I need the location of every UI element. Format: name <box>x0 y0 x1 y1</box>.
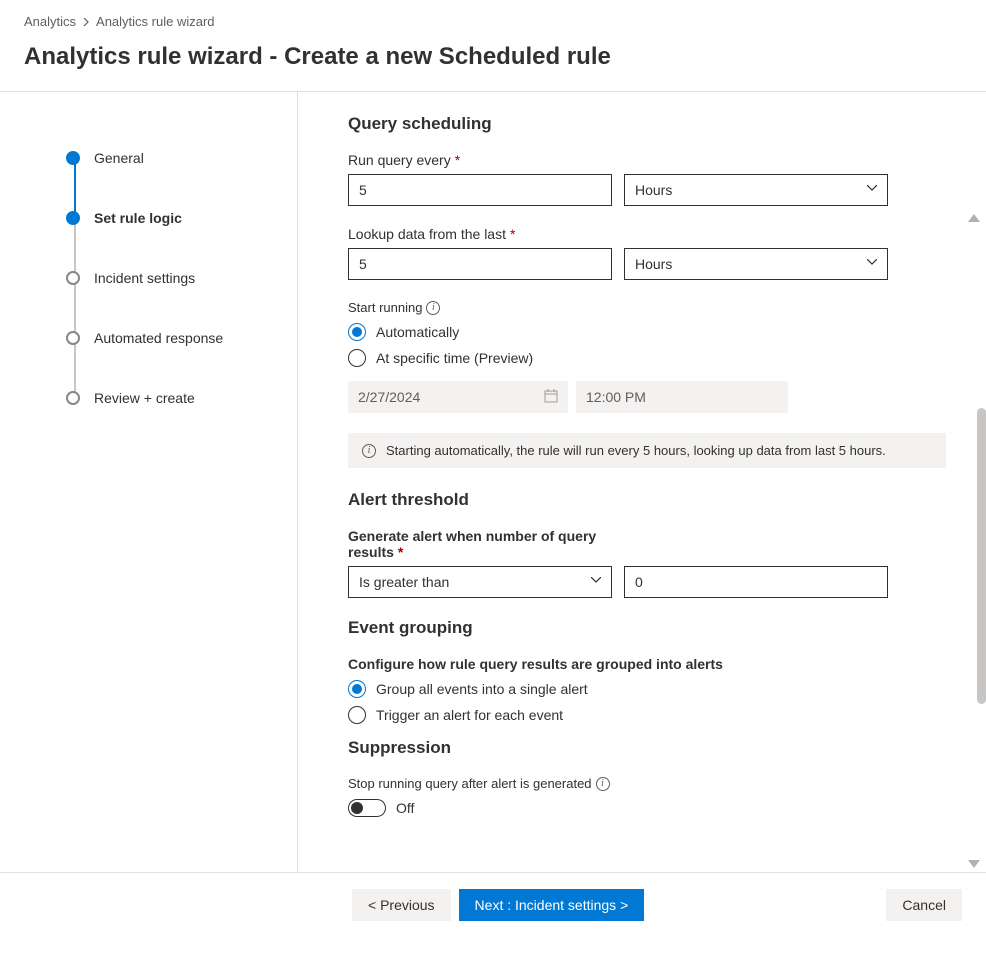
chevron-right-icon <box>82 15 90 29</box>
schedule-info-banner: i Starting automatically, the rule will … <box>348 433 946 468</box>
start-time-input: 12:00 PM <box>576 381 788 413</box>
next-button[interactable]: Next : Incident settings > <box>459 889 645 921</box>
grouping-desc: Configure how rule query results are gro… <box>348 656 946 672</box>
cancel-button[interactable]: Cancel <box>886 889 962 921</box>
step-automated-response[interactable]: Automated response <box>66 308 281 368</box>
info-icon: i <box>362 444 376 458</box>
start-running-options: Automatically At specific time (Preview) <box>348 323 946 367</box>
lookup-unit-select[interactable]: Hours <box>624 248 888 280</box>
step-dot-icon <box>66 331 80 345</box>
step-label: Incident settings <box>94 270 195 286</box>
suppression-toggle[interactable] <box>348 799 386 817</box>
page-title: Analytics rule wizard - Create a new Sch… <box>24 43 962 71</box>
step-review-create[interactable]: Review + create <box>66 368 281 428</box>
step-label: Set rule logic <box>94 210 182 226</box>
start-running-label: Start running i <box>348 300 946 315</box>
section-title-suppression: Suppression <box>348 738 946 758</box>
wizard-footer: < Previous Next : Incident settings > Ca… <box>0 873 986 945</box>
lookup-label: Lookup data from the last* <box>348 226 946 242</box>
info-icon[interactable]: i <box>426 301 440 315</box>
schedule-info-text: Starting automatically, the rule will ru… <box>386 443 886 458</box>
grouping-options: Group all events into a single alert Tri… <box>348 680 946 724</box>
chevron-down-icon <box>867 259 877 269</box>
step-dot-icon <box>66 211 80 225</box>
step-dot-icon <box>66 151 80 165</box>
radio-label: Automatically <box>376 324 459 340</box>
radio-label: Group all events into a single alert <box>376 681 588 697</box>
radio-label: Trigger an alert for each event <box>376 707 563 723</box>
step-label: Automated response <box>94 330 223 346</box>
info-icon[interactable]: i <box>596 777 610 791</box>
radio-icon <box>348 706 366 724</box>
suppression-label: Stop running query after alert is genera… <box>348 776 946 791</box>
section-title-threshold: Alert threshold <box>348 490 946 510</box>
chevron-down-icon <box>591 577 601 587</box>
chevron-down-icon <box>867 185 877 195</box>
threshold-value-input[interactable]: 0 <box>624 566 888 598</box>
threshold-label: Generate alert when number of query resu… <box>348 528 608 560</box>
breadcrumb-current: Analytics rule wizard <box>96 14 215 29</box>
section-title-scheduling: Query scheduling <box>348 114 946 134</box>
threshold-operator-select[interactable]: Is greater than <box>348 566 612 598</box>
breadcrumb: Analytics Analytics rule wizard <box>24 8 962 39</box>
step-dot-icon <box>66 391 80 405</box>
step-label: General <box>94 150 144 166</box>
section-title-grouping: Event grouping <box>348 618 946 638</box>
step-incident-settings[interactable]: Incident settings <box>66 248 281 308</box>
wizard-steps: General Set rule logic Incident settings… <box>0 92 298 872</box>
run-every-label: Run query every* <box>348 152 946 168</box>
grouping-single-alert[interactable]: Group all events into a single alert <box>348 680 946 698</box>
previous-button[interactable]: < Previous <box>352 889 451 921</box>
start-running-automatically[interactable]: Automatically <box>348 323 946 341</box>
form-panel: Query scheduling Run query every* 5 Hour… <box>298 92 986 872</box>
step-label: Review + create <box>94 390 195 406</box>
breadcrumb-parent[interactable]: Analytics <box>24 14 76 29</box>
radio-icon <box>348 323 366 341</box>
lookup-value-input[interactable]: 5 <box>348 248 612 280</box>
radio-icon <box>348 680 366 698</box>
run-every-value-input[interactable]: 5 <box>348 174 612 206</box>
step-general[interactable]: General <box>66 128 281 188</box>
suppression-state: Off <box>396 800 414 816</box>
start-date-input: 2/27/2024 <box>348 381 568 413</box>
run-every-unit-select[interactable]: Hours <box>624 174 888 206</box>
step-set-rule-logic[interactable]: Set rule logic <box>66 188 281 248</box>
calendar-icon <box>544 389 558 406</box>
step-dot-icon <box>66 271 80 285</box>
radio-icon <box>348 349 366 367</box>
grouping-each-event[interactable]: Trigger an alert for each event <box>348 706 946 724</box>
radio-label: At specific time (Preview) <box>376 350 533 366</box>
start-running-specific-time[interactable]: At specific time (Preview) <box>348 349 946 367</box>
